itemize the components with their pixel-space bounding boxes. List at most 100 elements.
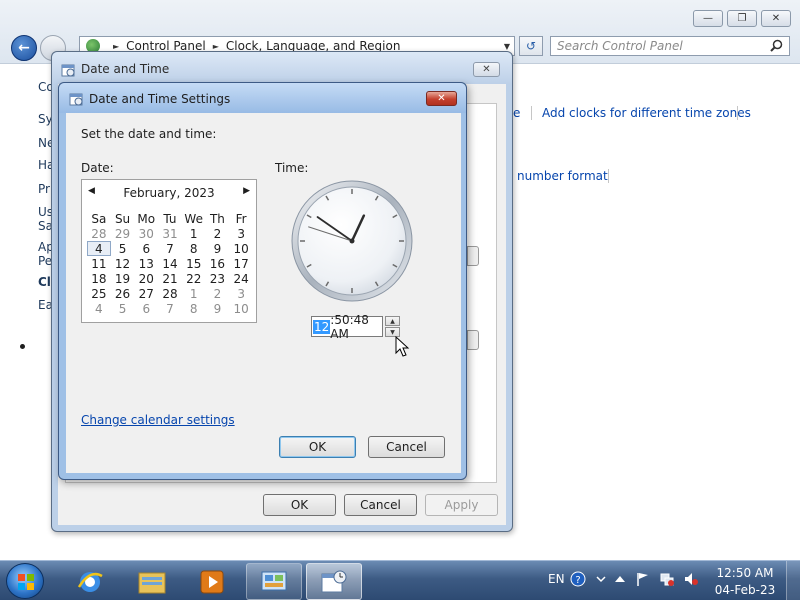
start-button[interactable] [6,563,44,599]
calendar-day[interactable]: 10 [229,301,253,316]
calendar-day[interactable]: 4 [87,301,111,316]
calendar-day[interactable]: 29 [111,226,135,241]
media-player-icon [200,570,224,593]
back-arrow-icon: ← [18,40,30,56]
refresh-button[interactable]: ↺ [519,36,543,56]
calendar-day[interactable]: 14 [158,256,182,271]
calendar-day[interactable]: 6 [134,301,158,316]
help-icon[interactable]: ? [570,571,586,587]
calendar-day[interactable]: 6 [134,241,158,256]
time-hour-segment[interactable]: 12 [313,319,331,334]
calendar-day[interactable]: 26 [111,286,135,301]
link-separator [737,106,738,120]
calendar-day[interactable]: 28 [87,226,111,241]
calendar-day[interactable]: 16 [206,256,230,271]
taskbar-media-player[interactable] [184,563,240,600]
calendar-day[interactable]: 23 [206,271,230,286]
link-add-clocks[interactable]: Add clocks for different time zones [542,106,751,120]
search-input[interactable]: Search Control Panel [550,36,790,56]
calendar-day[interactable]: 28 [158,286,182,301]
calendar-day[interactable]: 3 [229,286,253,301]
sidebar-item-clock-language-region[interactable]: Cl [38,275,51,289]
taskbar-clock-date[interactable]: 04-Feb-23 [712,583,778,597]
calendar-day[interactable]: 31 [158,226,182,241]
calendar-day[interactable]: 8 [182,301,206,316]
calendar-day[interactable]: 3 [229,226,253,241]
address-dropdown-icon[interactable]: ▼ [504,42,510,51]
volume-muted-icon[interactable] [683,571,699,587]
calendar-day-selected[interactable]: 4 [87,241,111,256]
taskbar-date-and-time[interactable] [306,563,362,600]
taskbar-windows-explorer[interactable] [124,563,180,600]
action-center-flag-icon[interactable] [635,571,651,587]
calendar-day[interactable]: 12 [111,256,135,271]
calendar-day[interactable]: 7 [158,301,182,316]
calendar-day[interactable]: 9 [206,241,230,256]
calendar-day[interactable]: 5 [111,241,135,256]
date-time-settings-titlebar[interactable]: Date and Time Settings ✕ [59,83,466,113]
window-controls: — ❐ ✕ [693,10,791,27]
calendar-day[interactable]: 7 [158,241,182,256]
windows-logo-icon [18,574,34,590]
previous-month-button[interactable]: ◀ [88,186,95,196]
time-increment-button[interactable]: ▲ [385,316,400,326]
calendar-day[interactable]: 5 [111,301,135,316]
change-time-zone-button-edge[interactable] [467,330,479,350]
show-desktop-button[interactable] [786,561,800,600]
language-options-icon[interactable] [593,571,609,587]
minimize-icon: — [703,13,713,24]
search-icon [770,39,783,52]
calendar-day[interactable]: 1 [182,226,206,241]
date-calendar[interactable]: February, 2023 ◀ ▶ Sa Su Mo Tu We Th Fr 28 29 30 3… [81,179,257,323]
taskbar-internet-explorer[interactable] [62,563,118,600]
date-time-ok-button[interactable]: OK [263,494,336,516]
calendar-day[interactable]: 11 [87,256,111,271]
taskbar-clock-time[interactable]: 12:50 AM [712,566,778,580]
link-time-zone-fragment[interactable]: e [513,106,520,120]
calendar-day[interactable]: 24 [229,271,253,286]
calendar-day[interactable]: 9 [206,301,230,316]
language-indicator[interactable]: EN [548,572,565,586]
date-time-apply-button[interactable]: Apply [425,494,498,516]
sidebar-item-programs[interactable]: Pr [38,182,50,196]
time-rest-segment[interactable]: :50:48 AM [330,313,382,341]
change-date-time-button-edge[interactable] [467,246,479,266]
date-time-cancel-button[interactable]: Cancel [344,494,417,516]
minimize-button[interactable]: — [693,10,723,27]
calendar-day[interactable]: 2 [206,286,230,301]
next-month-button[interactable]: ▶ [243,186,250,196]
calendar-day[interactable]: 18 [87,271,111,286]
calendar-day[interactable]: 2 [206,226,230,241]
taskbar-control-panel[interactable] [246,563,302,600]
link-number-format[interactable]: number format [517,169,608,183]
calendar-day[interactable]: 13 [134,256,158,271]
time-input[interactable]: 12 :50:48 AM [311,313,383,341]
calendar-month-label[interactable]: February, 2023 [82,186,256,200]
date-and-time-title: Date and Time [81,62,170,76]
settings-close-button[interactable]: ✕ [426,91,457,106]
calendar-day[interactable]: 21 [158,271,182,286]
calendar-day[interactable]: 8 [182,241,206,256]
maximize-button[interactable]: ❐ [727,10,757,27]
calendar-day[interactable]: 20 [134,271,158,286]
show-hidden-icons-icon[interactable] [612,571,628,587]
calendar-day[interactable]: 25 [87,286,111,301]
calendar-day[interactable]: 30 [134,226,158,241]
close-window-button[interactable]: ✕ [761,10,791,27]
calendar-day[interactable]: 10 [229,241,253,256]
settings-ok-button[interactable]: OK [279,436,356,458]
calendar-day[interactable]: 27 [134,286,158,301]
calendar-day[interactable]: 1 [182,286,206,301]
calendar-day[interactable]: 17 [229,256,253,271]
network-disconnected-icon[interactable] [659,571,675,587]
back-button[interactable]: ← [11,35,37,61]
calendar-day[interactable]: 19 [111,271,135,286]
settings-cancel-button[interactable]: Cancel [368,436,445,458]
clock-center-pin [349,238,355,244]
calendar-day[interactable]: 22 [182,271,206,286]
breadcrumb-chevron-icon: ► [212,41,219,51]
date-and-time-close-button[interactable]: ✕ [473,62,500,77]
date-and-time-titlebar[interactable]: Date and Time ✕ [52,52,512,84]
calendar-day[interactable]: 15 [182,256,206,271]
change-calendar-settings-link[interactable]: Change calendar settings [81,413,235,427]
